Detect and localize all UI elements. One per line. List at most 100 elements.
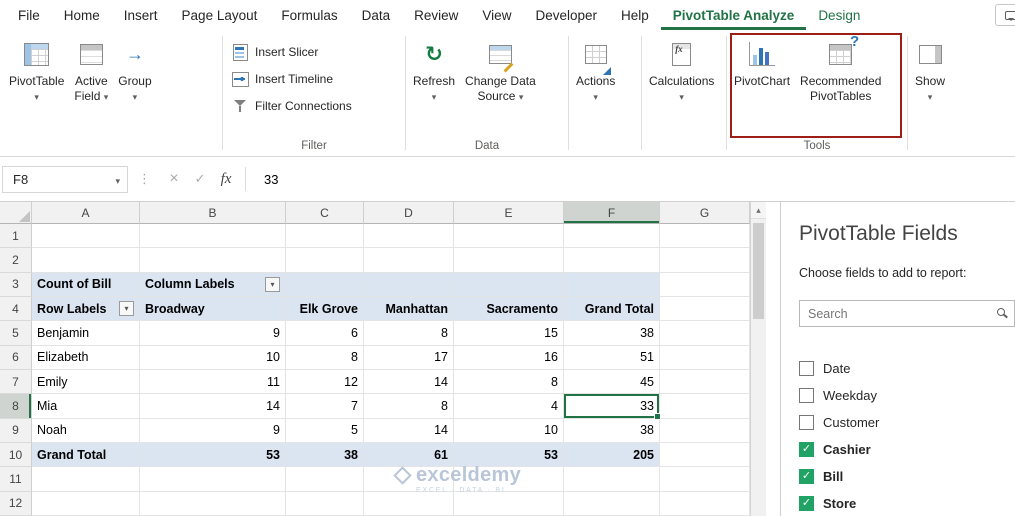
cell-F4[interactable]: Grand Total xyxy=(564,296,660,322)
cell-E1[interactable] xyxy=(454,224,564,249)
field-item-bill[interactable]: ✓ Bill xyxy=(799,463,1015,490)
cell-C2[interactable] xyxy=(286,248,364,273)
checkbox-unchecked-icon[interactable] xyxy=(799,388,814,403)
cell-A6[interactable]: Elizabeth xyxy=(32,345,140,370)
filter-dropdown-icon[interactable] xyxy=(265,276,280,292)
cell-G5[interactable] xyxy=(660,321,750,346)
comments-button[interactable] xyxy=(995,4,1015,26)
insert-slicer-button[interactable]: Insert Slicer xyxy=(231,42,318,62)
select-all-corner[interactable] xyxy=(0,202,32,224)
ribbon-tab-page-layout[interactable]: Page Layout xyxy=(170,0,270,30)
ribbon-tab-file[interactable]: File xyxy=(6,0,52,30)
checkbox-unchecked-icon[interactable] xyxy=(799,415,814,430)
cell-A11[interactable] xyxy=(32,467,140,492)
cell-F2[interactable] xyxy=(564,248,660,273)
row-header-12[interactable]: 12 xyxy=(0,491,32,516)
cell-E11[interactable] xyxy=(454,467,564,492)
column-header-C[interactable]: C xyxy=(286,202,364,224)
field-item-cashier[interactable]: ✓ Cashier xyxy=(799,436,1015,463)
cell-A2[interactable] xyxy=(32,248,140,273)
group-button[interactable]: Group xyxy=(113,30,156,139)
row-header-5[interactable]: 5 xyxy=(0,321,32,346)
cell-B7[interactable]: 11 xyxy=(140,369,286,395)
cell-B10[interactable]: 53 xyxy=(140,442,286,468)
ribbon-tab-data[interactable]: Data xyxy=(350,0,403,30)
cell-E2[interactable] xyxy=(454,248,564,273)
pivotchart-button[interactable]: PivotChart xyxy=(729,30,795,139)
cell-D7[interactable]: 14 xyxy=(364,369,454,395)
cell-B5[interactable]: 9 xyxy=(140,321,286,346)
cell-F12[interactable] xyxy=(564,491,660,516)
checkbox-checked-icon[interactable]: ✓ xyxy=(799,496,814,511)
insert-function-icon[interactable] xyxy=(213,170,239,188)
active-field-button[interactable]: Active Field xyxy=(69,30,113,139)
cell-B11[interactable] xyxy=(140,467,286,492)
filter-connections-button[interactable]: Filter Connections xyxy=(231,96,352,116)
row-header-2[interactable]: 2 xyxy=(0,248,32,273)
ribbon-tab-insert[interactable]: Insert xyxy=(112,0,170,30)
cell-E7[interactable]: 8 xyxy=(454,369,564,395)
cell-G12[interactable] xyxy=(660,491,750,516)
cell-B3[interactable]: Column Labels xyxy=(140,272,286,297)
cell-B12[interactable] xyxy=(140,491,286,516)
cell-E5[interactable]: 15 xyxy=(454,321,564,346)
cell-F11[interactable] xyxy=(564,467,660,492)
field-item-weekday[interactable]: Weekday xyxy=(799,382,1015,409)
pivottable-button[interactable]: PivotTable xyxy=(4,30,69,139)
cell-C1[interactable] xyxy=(286,224,364,249)
cell-A12[interactable] xyxy=(32,491,140,516)
show-button[interactable]: Show xyxy=(910,30,950,139)
scroll-up-icon[interactable] xyxy=(751,202,766,219)
cell-B6[interactable]: 10 xyxy=(140,345,286,370)
field-item-date[interactable]: Date xyxy=(799,355,1015,382)
cell-F1[interactable] xyxy=(564,224,660,249)
cell-D6[interactable]: 17 xyxy=(364,345,454,370)
cell-A5[interactable]: Benjamin xyxy=(32,321,140,346)
cell-C3[interactable] xyxy=(286,272,364,297)
name-box[interactable]: F8 xyxy=(2,165,128,193)
cell-C9[interactable]: 5 xyxy=(286,418,364,443)
cell-A10[interactable]: Grand Total xyxy=(32,442,140,468)
cell-G4[interactable] xyxy=(660,296,750,322)
cell-G8[interactable] xyxy=(660,394,750,419)
change-data-source-button[interactable]: Change Data Source xyxy=(460,30,541,139)
cell-F9[interactable]: 38 xyxy=(564,418,660,443)
cell-F6[interactable]: 51 xyxy=(564,345,660,370)
cell-F8[interactable]: 33 xyxy=(564,394,661,420)
cell-C8[interactable]: 7 xyxy=(286,394,364,419)
cell-D3[interactable] xyxy=(364,272,454,297)
cell-A9[interactable]: Noah xyxy=(32,418,140,443)
cell-G9[interactable] xyxy=(660,418,750,443)
ribbon-tab-formulas[interactable]: Formulas xyxy=(269,0,349,30)
row-header-4[interactable]: 4 xyxy=(0,296,32,322)
cell-C7[interactable]: 12 xyxy=(286,369,364,395)
cell-D10[interactable]: 61 xyxy=(364,442,454,468)
actions-button[interactable]: Actions xyxy=(571,30,620,139)
field-item-store[interactable]: ✓ Store xyxy=(799,490,1015,516)
checkbox-unchecked-icon[interactable] xyxy=(799,361,814,376)
cell-C10[interactable]: 38 xyxy=(286,442,364,468)
row-header-6[interactable]: 6 xyxy=(0,345,32,370)
cell-B8[interactable]: 14 xyxy=(140,394,286,419)
cell-F5[interactable]: 38 xyxy=(564,321,660,346)
cell-A4[interactable]: Row Labels xyxy=(32,296,140,322)
cell-D9[interactable]: 14 xyxy=(364,418,454,443)
cell-E3[interactable] xyxy=(454,272,564,297)
ribbon-tab-view[interactable]: View xyxy=(470,0,523,30)
name-box-dropdown-icon[interactable] xyxy=(115,172,120,187)
cell-B2[interactable] xyxy=(140,248,286,273)
cell-C5[interactable]: 6 xyxy=(286,321,364,346)
cell-F3[interactable] xyxy=(564,272,660,297)
cell-E6[interactable]: 16 xyxy=(454,345,564,370)
row-header-10[interactable]: 10 xyxy=(0,442,32,468)
column-header-B[interactable]: B xyxy=(140,202,286,224)
cell-B4[interactable]: Broadway xyxy=(140,296,286,322)
cell-F7[interactable]: 45 xyxy=(564,369,660,395)
ribbon-tab-home[interactable]: Home xyxy=(52,0,112,30)
formula-input[interactable]: 33 xyxy=(252,172,278,187)
row-header-8[interactable]: 8 xyxy=(0,394,32,419)
cell-A1[interactable] xyxy=(32,224,140,249)
cell-G2[interactable] xyxy=(660,248,750,273)
cell-G3[interactable] xyxy=(660,272,750,297)
cell-E8[interactable]: 4 xyxy=(454,394,564,419)
